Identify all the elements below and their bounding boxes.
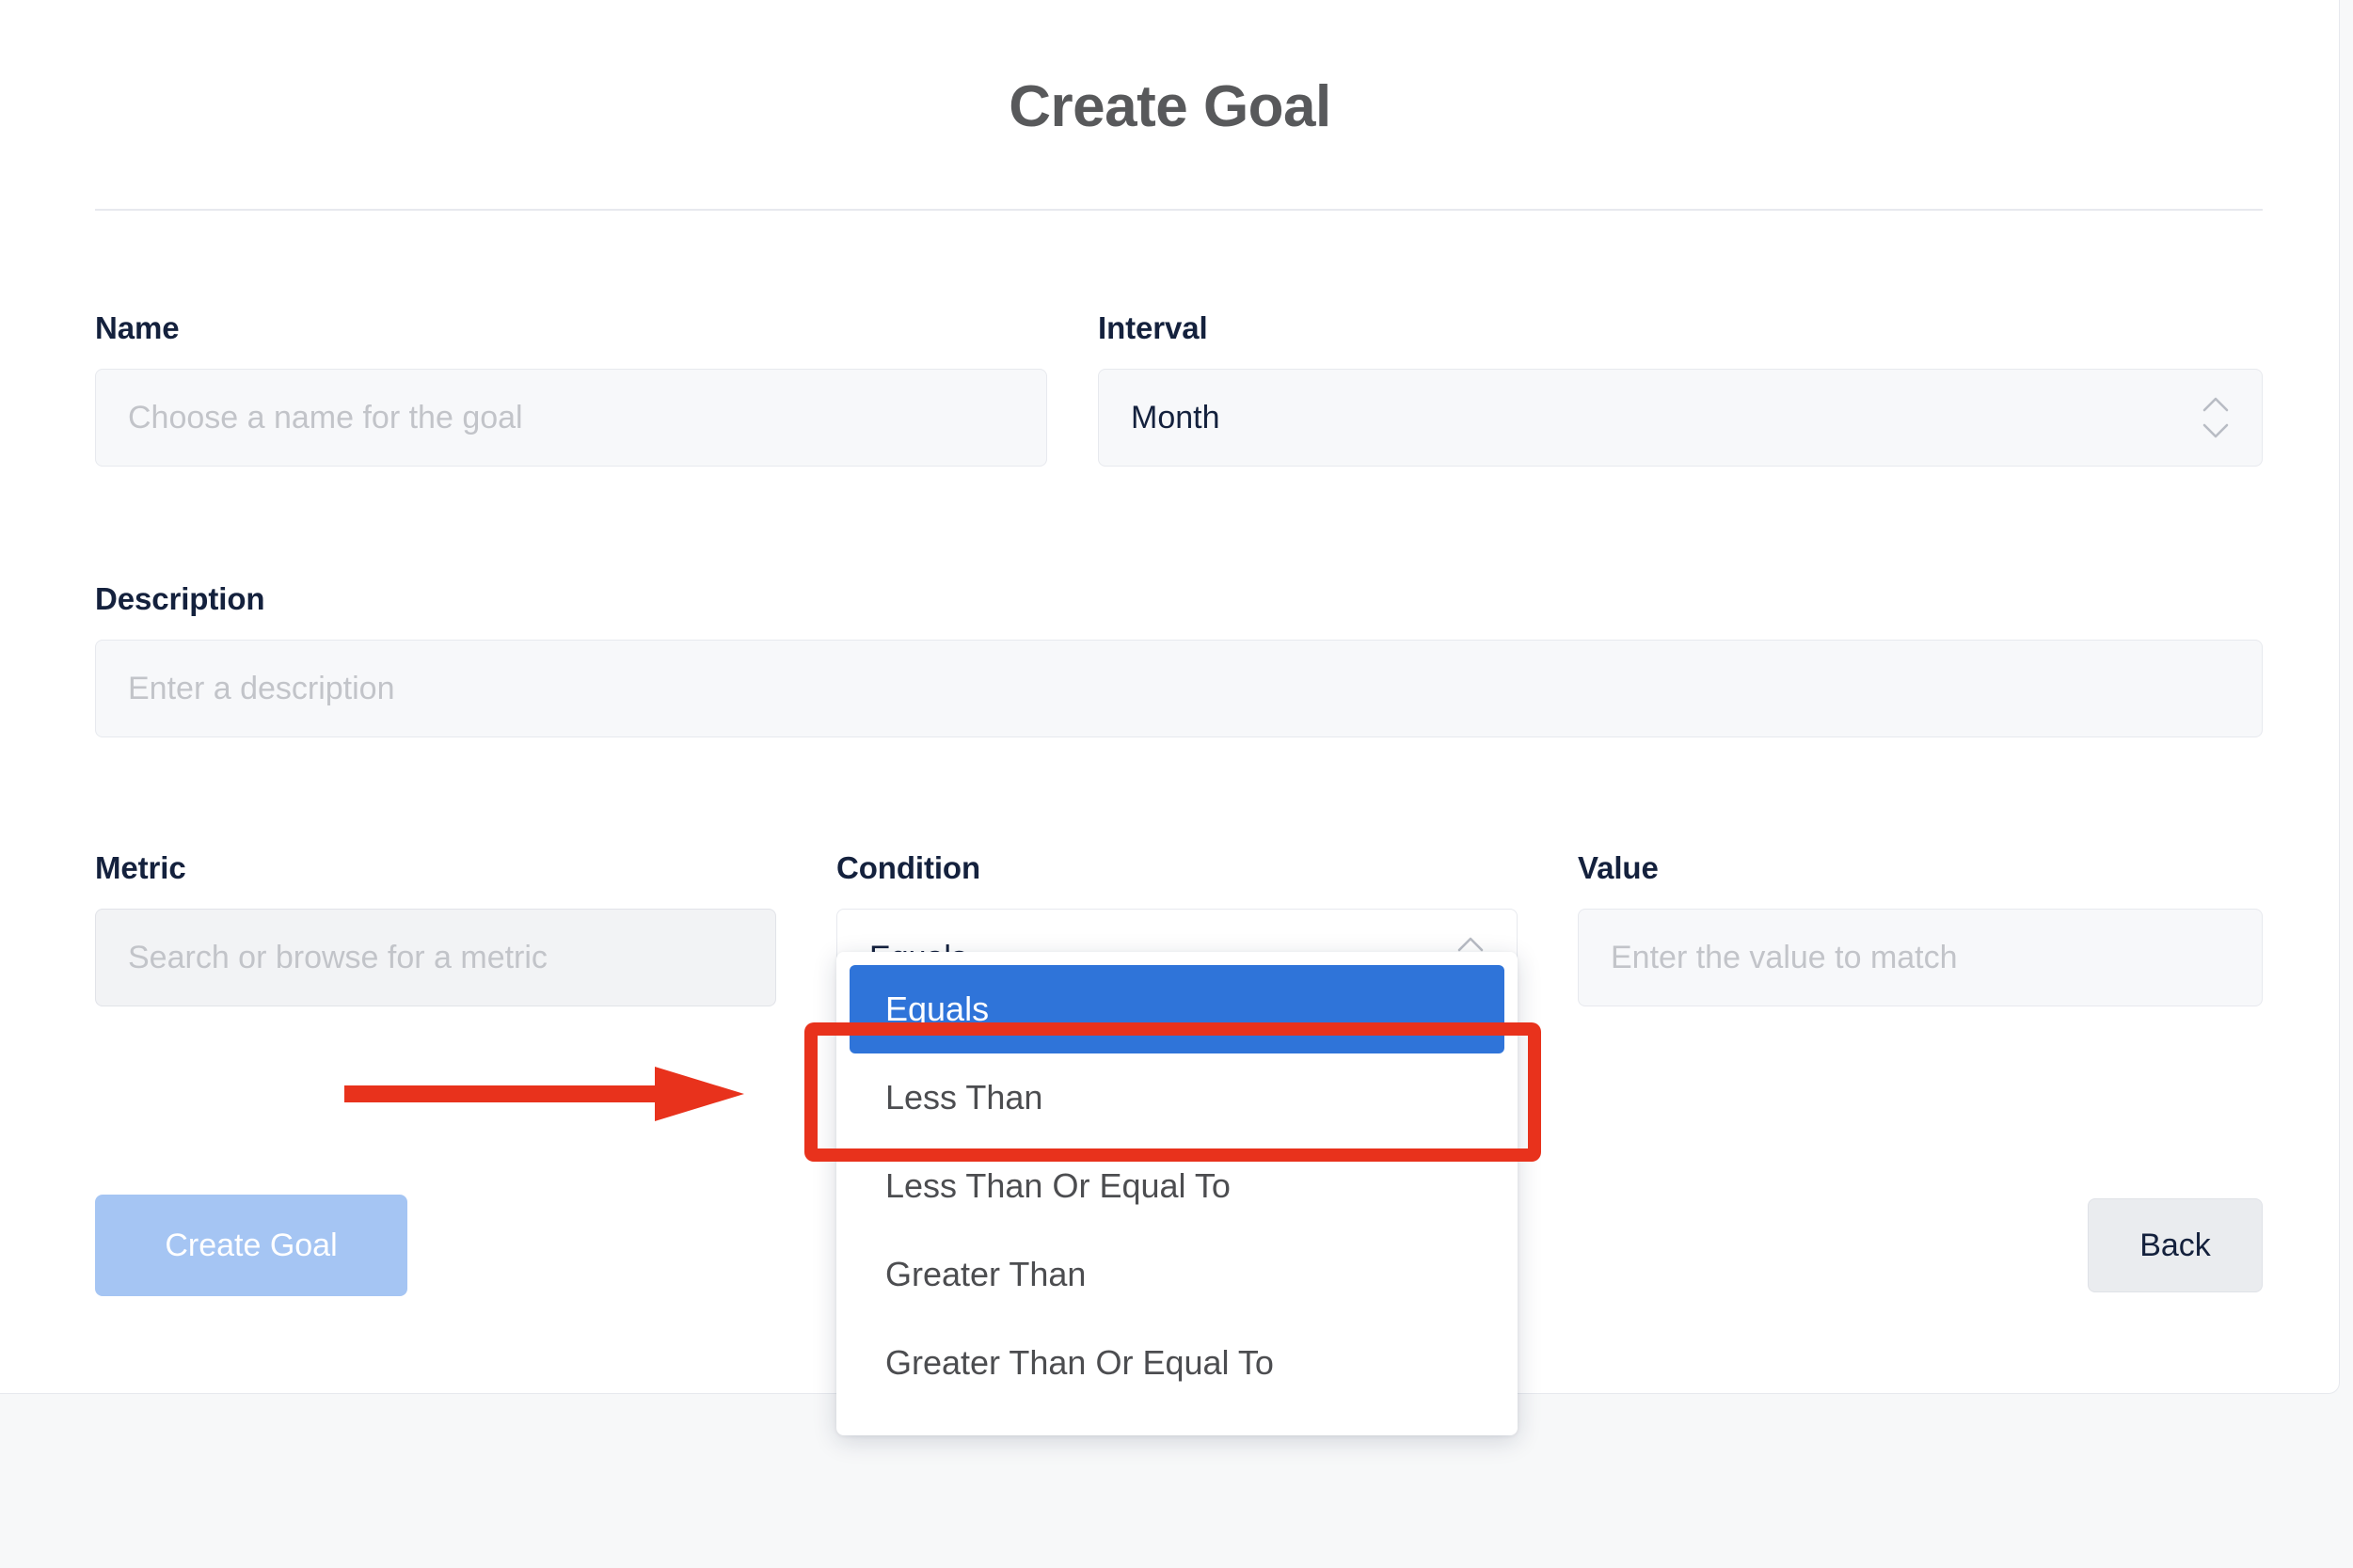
back-button[interactable]: Back xyxy=(2088,1198,2263,1292)
chevron-updown-icon[interactable] xyxy=(2202,396,2230,439)
condition-option[interactable]: Less Than Or Equal To xyxy=(850,1142,1504,1230)
form-row-1: Name Choose a name for the goal Interval… xyxy=(95,310,2263,467)
interval-select[interactable]: Month xyxy=(1098,369,2263,467)
name-field-group: Name Choose a name for the goal xyxy=(95,310,1047,467)
metric-field-group: Metric Search or browse for a metric xyxy=(95,850,776,1006)
condition-option[interactable]: Greater Than xyxy=(850,1230,1504,1319)
value-label: Value xyxy=(1578,850,1659,885)
condition-label: Condition xyxy=(836,850,981,885)
create-goal-button[interactable]: Create Goal xyxy=(95,1195,407,1296)
create-goal-page: Create Goal Name Choose a name for the g… xyxy=(0,0,2353,1568)
condition-option[interactable]: Less Than xyxy=(850,1053,1504,1142)
interval-field-group: Interval Month xyxy=(1098,310,2263,467)
interval-select-value: Month xyxy=(1131,399,1220,436)
condition-field-group: Condition Equals EqualsLess ThanLess Tha… xyxy=(836,850,1518,1435)
description-field-group: Description Enter a description xyxy=(95,581,2263,737)
title-divider xyxy=(95,209,2263,211)
metric-label: Metric xyxy=(95,850,186,885)
condition-option[interactable]: Equals xyxy=(850,965,1504,1053)
condition-option[interactable]: Greater Than Or Equal To xyxy=(850,1319,1504,1407)
form-row-2: Description Enter a description xyxy=(95,581,2263,737)
description-input[interactable]: Enter a description xyxy=(95,640,2263,737)
name-input[interactable]: Choose a name for the goal xyxy=(95,369,1047,467)
metric-input[interactable]: Search or browse for a metric xyxy=(95,909,776,1006)
form-row-3: Metric Search or browse for a metric Con… xyxy=(95,850,2263,1435)
condition-dropdown: Equals Less Than Less Than Or Equal To Grea… xyxy=(836,952,1518,1435)
name-label: Name xyxy=(95,310,180,345)
description-label: Description xyxy=(95,581,265,616)
page-title: Create Goal xyxy=(1009,74,1331,139)
value-input[interactable]: Enter the value to match xyxy=(1578,909,2263,1006)
interval-label: Interval xyxy=(1098,310,1208,345)
goal-form: Name Choose a name for the goal Interval… xyxy=(95,310,2263,1435)
value-field-group: Value Enter the value to match xyxy=(1578,850,2263,1006)
